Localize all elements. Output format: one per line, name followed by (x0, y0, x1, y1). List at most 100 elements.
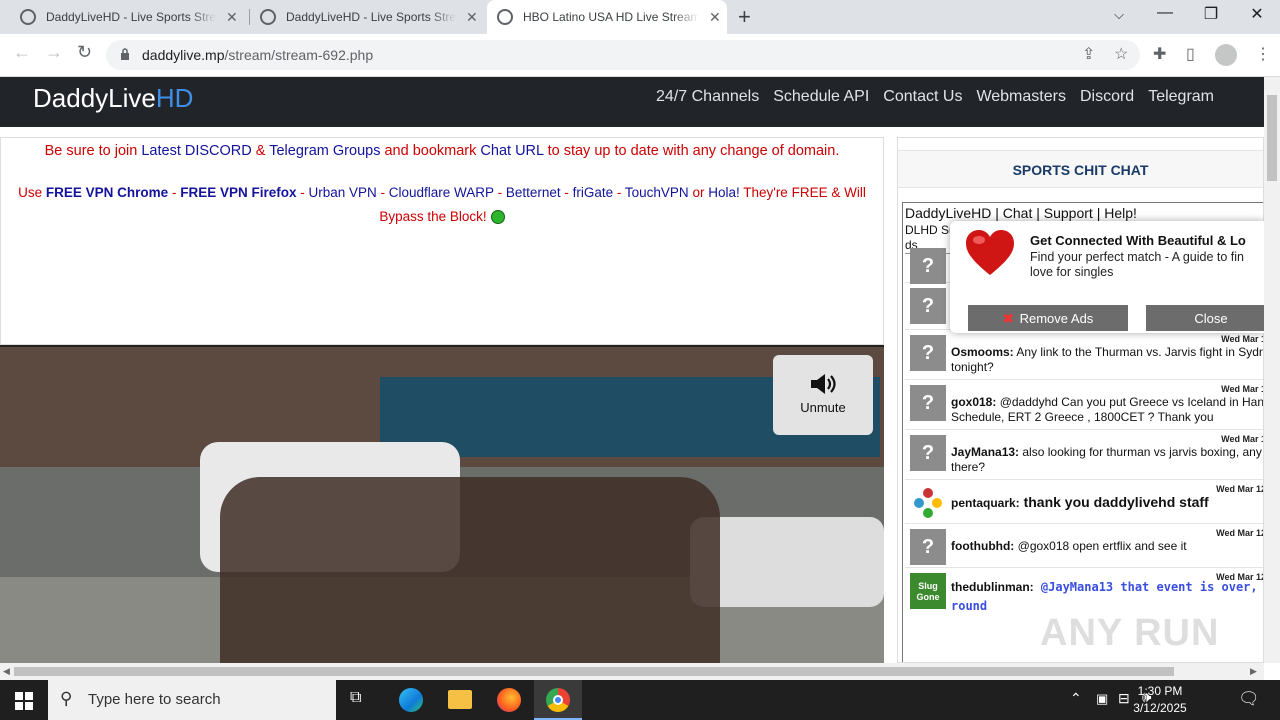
horizontal-scroll-thumb[interactable] (14, 667, 1174, 676)
tab-search-icon[interactable]: ⌵ (1096, 7, 1142, 23)
site-logo[interactable]: DaddyLiveHD (33, 83, 193, 114)
cloudflare-warp-link[interactable]: Cloudflare WARP (389, 185, 494, 200)
nav-discord[interactable]: Discord (1080, 88, 1134, 106)
remove-ads-button[interactable]: ✖ Remove Ads (968, 305, 1128, 331)
taskbar-search-box[interactable]: ⚲ Type here to search (48, 680, 336, 720)
chat-subtitle-line: DLHD Su (905, 223, 956, 237)
vpn-chrome-link[interactable]: FREE VPN Chrome (46, 185, 168, 200)
globe-icon (20, 9, 36, 25)
message-author[interactable]: JayMana13: (951, 445, 1019, 459)
tab-title: DaddyLiveHD - Live Sports Strea (286, 10, 456, 24)
windows-start-icon[interactable] (15, 692, 33, 710)
message-author[interactable]: foothubhd: (951, 539, 1014, 553)
message-time: Wed Mar 1 (1221, 434, 1264, 444)
windows-taskbar: ⚲ Type here to search ⧉ ⌃ ▣ ⊟ 🕪 1:30 PM … (0, 680, 1280, 720)
restore-icon[interactable]: ❐ (1188, 4, 1234, 24)
reload-icon[interactable]: ↻ (77, 42, 92, 63)
share-icon[interactable]: ⇪ (1082, 44, 1095, 64)
profile-avatar-icon[interactable] (1215, 44, 1237, 66)
browser-toolbar: ← → ↻ daddylive.mp/stream/stream-692.php… (0, 34, 1280, 77)
show-hidden-icons-chevron-icon[interactable]: ⌃ (1070, 690, 1082, 707)
chat-message: ? Wed Mar 1 JayMana13: also looking for … (905, 430, 1264, 480)
side-panel-icon[interactable]: ▯ (1186, 44, 1195, 64)
address-bar[interactable]: daddylive.mp/stream/stream-692.php (106, 40, 1140, 70)
message-text: Schedule, ERT 2 Greece , 1800CET ? Thank… (951, 410, 1214, 424)
message-author[interactable]: pentaquark: (951, 496, 1020, 510)
vpn-firefox-link[interactable]: FREE VPN Firefox (180, 185, 296, 200)
extensions-icon[interactable]: ✚ (1153, 44, 1166, 64)
message-author[interactable]: gox018: (951, 395, 996, 409)
vertical-scroll-thumb[interactable] (1267, 95, 1277, 181)
nav-schedule-api[interactable]: Schedule API (773, 88, 869, 106)
ad-text: Find your perfect match - A guide to fin… (1030, 250, 1245, 279)
ad-close-label: Close (1194, 311, 1228, 326)
edge-icon[interactable] (399, 688, 423, 712)
minimize-icon[interactable]: — (1142, 4, 1188, 22)
search-icon: ⚲ (60, 689, 73, 708)
browser-tab-active[interactable]: HBO Latino USA HD Live Stream ✕ (487, 0, 727, 34)
tab-close-icon[interactable]: ✕ (226, 9, 238, 26)
device-icon[interactable]: ▣ (1096, 691, 1108, 707)
message-time: Wed Mar 12 (1216, 528, 1264, 538)
message-body: JayMana13: also looking for thurman vs j… (951, 445, 1263, 475)
window-close-icon[interactable]: ✕ (1234, 4, 1280, 24)
notice-text: - (560, 185, 573, 200)
speaker-volume-icon (811, 374, 836, 394)
nav-24-7-channels[interactable]: 24/7 Channels (656, 88, 759, 106)
menu-kebab-icon[interactable]: ⋮ (1255, 44, 1271, 64)
browser-tab[interactable]: DaddyLiveHD - Live Sports Strea ✕ (250, 0, 487, 34)
horizontal-scrollbar[interactable]: ◀ ▶ (0, 663, 1264, 680)
notice-text: - (493, 185, 506, 200)
message-body: pentaquark: thank you daddylivehd staff (951, 495, 1263, 511)
betternet-link[interactable]: Betternet (506, 185, 561, 200)
frigate-link[interactable]: friGate (573, 185, 614, 200)
task-view-icon[interactable]: ⧉ (350, 689, 361, 707)
message-time: Wed Mar 1 (1221, 334, 1264, 344)
message-text: there? (951, 460, 986, 474)
message-author[interactable]: thedublinman: (951, 580, 1034, 594)
notification-center-icon[interactable]: 🗨 (1238, 689, 1260, 709)
site-nav: 24/7 Channels Schedule API Contact Us We… (656, 88, 1214, 106)
bookmark-star-icon[interactable]: ☆ (1114, 44, 1128, 64)
telegram-link[interactable]: Telegram Groups (269, 143, 380, 159)
video-player[interactable] (0, 345, 884, 663)
chrome-taskbar-button[interactable] (534, 680, 582, 720)
forward-arrow-icon[interactable]: → (45, 42, 63, 63)
discord-link[interactable]: Latest DISCORD (141, 143, 251, 159)
unmute-button[interactable]: Unmute (773, 355, 873, 435)
message-author[interactable]: Osmooms: (951, 345, 1014, 359)
chrome-icon (546, 688, 570, 712)
message-text: Any link to the Thurman vs. Jarvis fight… (1013, 345, 1264, 359)
avatar: ? (910, 385, 946, 421)
nav-webmasters[interactable]: Webmasters (976, 88, 1066, 106)
nav-contact-us[interactable]: Contact Us (883, 88, 962, 106)
touchvpn-link[interactable]: TouchVPN (625, 185, 689, 200)
chat-header: SPORTS CHIT CHAT (898, 150, 1263, 188)
hola-link[interactable]: Hola! (708, 185, 740, 200)
globe-icon (260, 9, 276, 25)
chat-url-link[interactable]: Chat URL (480, 143, 543, 159)
scroll-right-arrow-icon[interactable]: ▶ (1250, 666, 1257, 677)
urban-vpn-link[interactable]: Urban VPN (308, 185, 376, 200)
notice-text: - (168, 185, 181, 200)
tab-close-icon[interactable]: ✕ (709, 9, 721, 26)
firefox-icon[interactable] (497, 688, 521, 712)
colored-dots-avatar-icon (914, 488, 942, 518)
chat-panel: SPORTS CHIT CHAT DaddyLiveHD | Chat | Su… (897, 137, 1264, 663)
ad-close-button[interactable]: Close (1146, 305, 1264, 331)
file-explorer-icon[interactable] (448, 690, 472, 709)
clock-date: 3/12/2025 (1133, 701, 1187, 715)
message-body: foothubhd: @gox018 open ertflix and see … (951, 539, 1263, 554)
avatar: Slug Gone (910, 573, 946, 609)
browser-tab[interactable]: DaddyLiveHD - Live Sports Strea ✕ (0, 0, 248, 34)
chat-message: ? Wed Mar 12 foothubhd: @gox018 open ert… (905, 524, 1264, 568)
new-tab-icon[interactable]: + (738, 4, 751, 30)
nav-telegram[interactable]: Telegram (1148, 88, 1214, 106)
tab-close-icon[interactable]: ✕ (466, 9, 478, 26)
notice-text: FREE (791, 185, 828, 200)
taskbar-clock[interactable]: 1:30 PM 3/12/2025 (1128, 683, 1192, 717)
site-header: DaddyLiveHD 24/7 Channels Schedule API C… (0, 77, 1264, 127)
back-arrow-icon[interactable]: ← (13, 42, 31, 63)
vertical-scrollbar[interactable] (1264, 77, 1280, 663)
scroll-left-arrow-icon[interactable]: ◀ (3, 666, 10, 677)
